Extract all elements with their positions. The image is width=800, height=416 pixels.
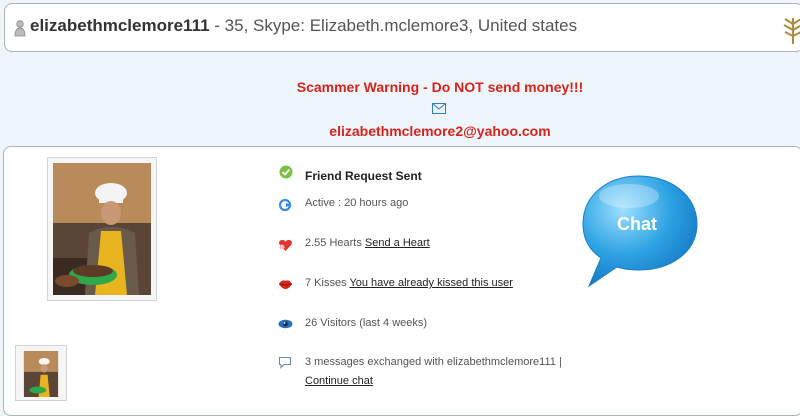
profile-thumbnail[interactable]	[15, 345, 67, 401]
continue-chat-link[interactable]: Continue chat	[305, 375, 373, 387]
lips-icon	[278, 280, 293, 289]
profile-details: - 35, Skype: Elizabeth.mclemore3, United…	[209, 16, 578, 35]
check-icon	[279, 165, 293, 179]
friend-request-status: Friend Request Sent	[305, 169, 422, 183]
scammer-warning: Scammer Warning - Do NOT send money!!!	[296, 79, 584, 95]
chat-button[interactable]: Chat	[581, 172, 701, 290]
mail-icon	[432, 103, 446, 114]
eye-icon	[278, 319, 293, 329]
messages-exchanged: 3 messages exchanged with elizabethmclem…	[305, 356, 562, 368]
profile-photo[interactable]	[47, 157, 157, 301]
kiss-user-link[interactable]: You have already kissed this user	[349, 277, 512, 289]
profile-thumbnail-image	[23, 351, 59, 397]
profile-photo-image	[53, 163, 151, 295]
profile-username: elizabethmclemore111	[30, 16, 210, 35]
profile-title: elizabethmclemore111 - 35, Skype: Elizab…	[30, 16, 577, 36]
profile-header: elizabethmclemore111 - 35, Skype: Elizab…	[4, 3, 800, 52]
heart-icon	[279, 239, 292, 251]
speech-icon	[278, 356, 292, 369]
visitors-count: 26 Visitors (last 4 weeks)	[305, 317, 428, 329]
hearts-count: 2.55 Hearts	[305, 237, 365, 249]
logo-icon	[783, 18, 800, 44]
scammer-email: elizabethmclemore2@yahoo.com	[329, 123, 551, 139]
chat-label: Chat	[617, 214, 657, 234]
send-heart-link[interactable]: Send a Heart	[365, 237, 430, 249]
user-icon	[14, 20, 26, 37]
refresh-icon	[278, 198, 292, 212]
active-status: Active : 20 hours ago	[305, 197, 409, 209]
kisses-count: 7 Kisses	[305, 277, 350, 289]
